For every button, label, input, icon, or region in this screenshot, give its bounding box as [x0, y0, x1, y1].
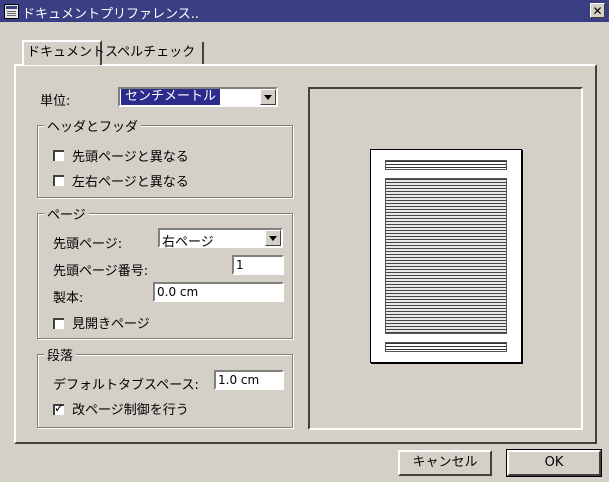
preview-footer — [385, 342, 507, 352]
facing-pages-checkbox[interactable] — [53, 318, 64, 329]
page-break-control-checkbox[interactable] — [53, 401, 64, 415]
first-page-value: 右ページ — [162, 235, 214, 250]
chevron-down-icon[interactable] — [260, 89, 276, 105]
tab-spellcheck[interactable]: スペルチェック — [102, 42, 204, 64]
facing-pages-label: 見開きページ — [72, 317, 150, 332]
cancel-button[interactable]: キャンセル — [398, 450, 492, 476]
first-page-number-label: 先頭ページ番号: — [53, 264, 149, 279]
first-page-label: 先頭ページ: — [53, 237, 123, 252]
tab-document[interactable]: ドキュメント — [22, 40, 105, 65]
first-page-diff-label: 先頭ページと異なる — [72, 150, 189, 165]
left-right-diff-label: 左右ページと異なる — [72, 175, 189, 190]
first-page-diff-checkbox[interactable] — [53, 150, 64, 161]
header-footer-title: ヘッダとフッダ — [44, 116, 142, 135]
units-label: 単位: — [40, 94, 71, 109]
ok-button[interactable]: OK — [506, 449, 602, 477]
close-button[interactable]: ✕ — [590, 3, 605, 18]
units-select[interactable]: センチメートル — [118, 87, 278, 107]
preview-page — [370, 149, 522, 363]
left-right-diff-checkbox[interactable] — [53, 175, 64, 186]
app-icon — [4, 4, 19, 19]
page-preview — [308, 87, 583, 430]
page-group-title: ページ — [44, 204, 89, 223]
chevron-down-icon[interactable] — [265, 230, 281, 246]
default-tab-field[interactable]: 1.0 cm — [214, 370, 284, 390]
first-page-select[interactable]: 右ページ — [158, 228, 283, 250]
first-page-number-field[interactable]: 1 — [232, 255, 284, 275]
document-preferences-dialog: ドキュメントプリファレンス.. ✕ ドキュメント スペルチェック 単位: センチ… — [0, 0, 609, 482]
units-value: センチメートル — [121, 89, 221, 105]
default-tab-label: デフォルトタブスペース: — [53, 378, 199, 393]
window-title: ドキュメントプリファレンス.. — [22, 7, 200, 22]
binding-field[interactable]: 0.0 cm — [153, 282, 284, 302]
preview-header — [385, 160, 507, 170]
page-break-control-label: 改ページ制御を行う — [72, 403, 189, 418]
paragraph-group-title: 段落 — [44, 345, 77, 364]
binding-label: 製本: — [53, 291, 84, 306]
preview-body — [385, 178, 507, 334]
title-bar[interactable]: ドキュメントプリファレンス.. ✕ — [0, 0, 609, 22]
